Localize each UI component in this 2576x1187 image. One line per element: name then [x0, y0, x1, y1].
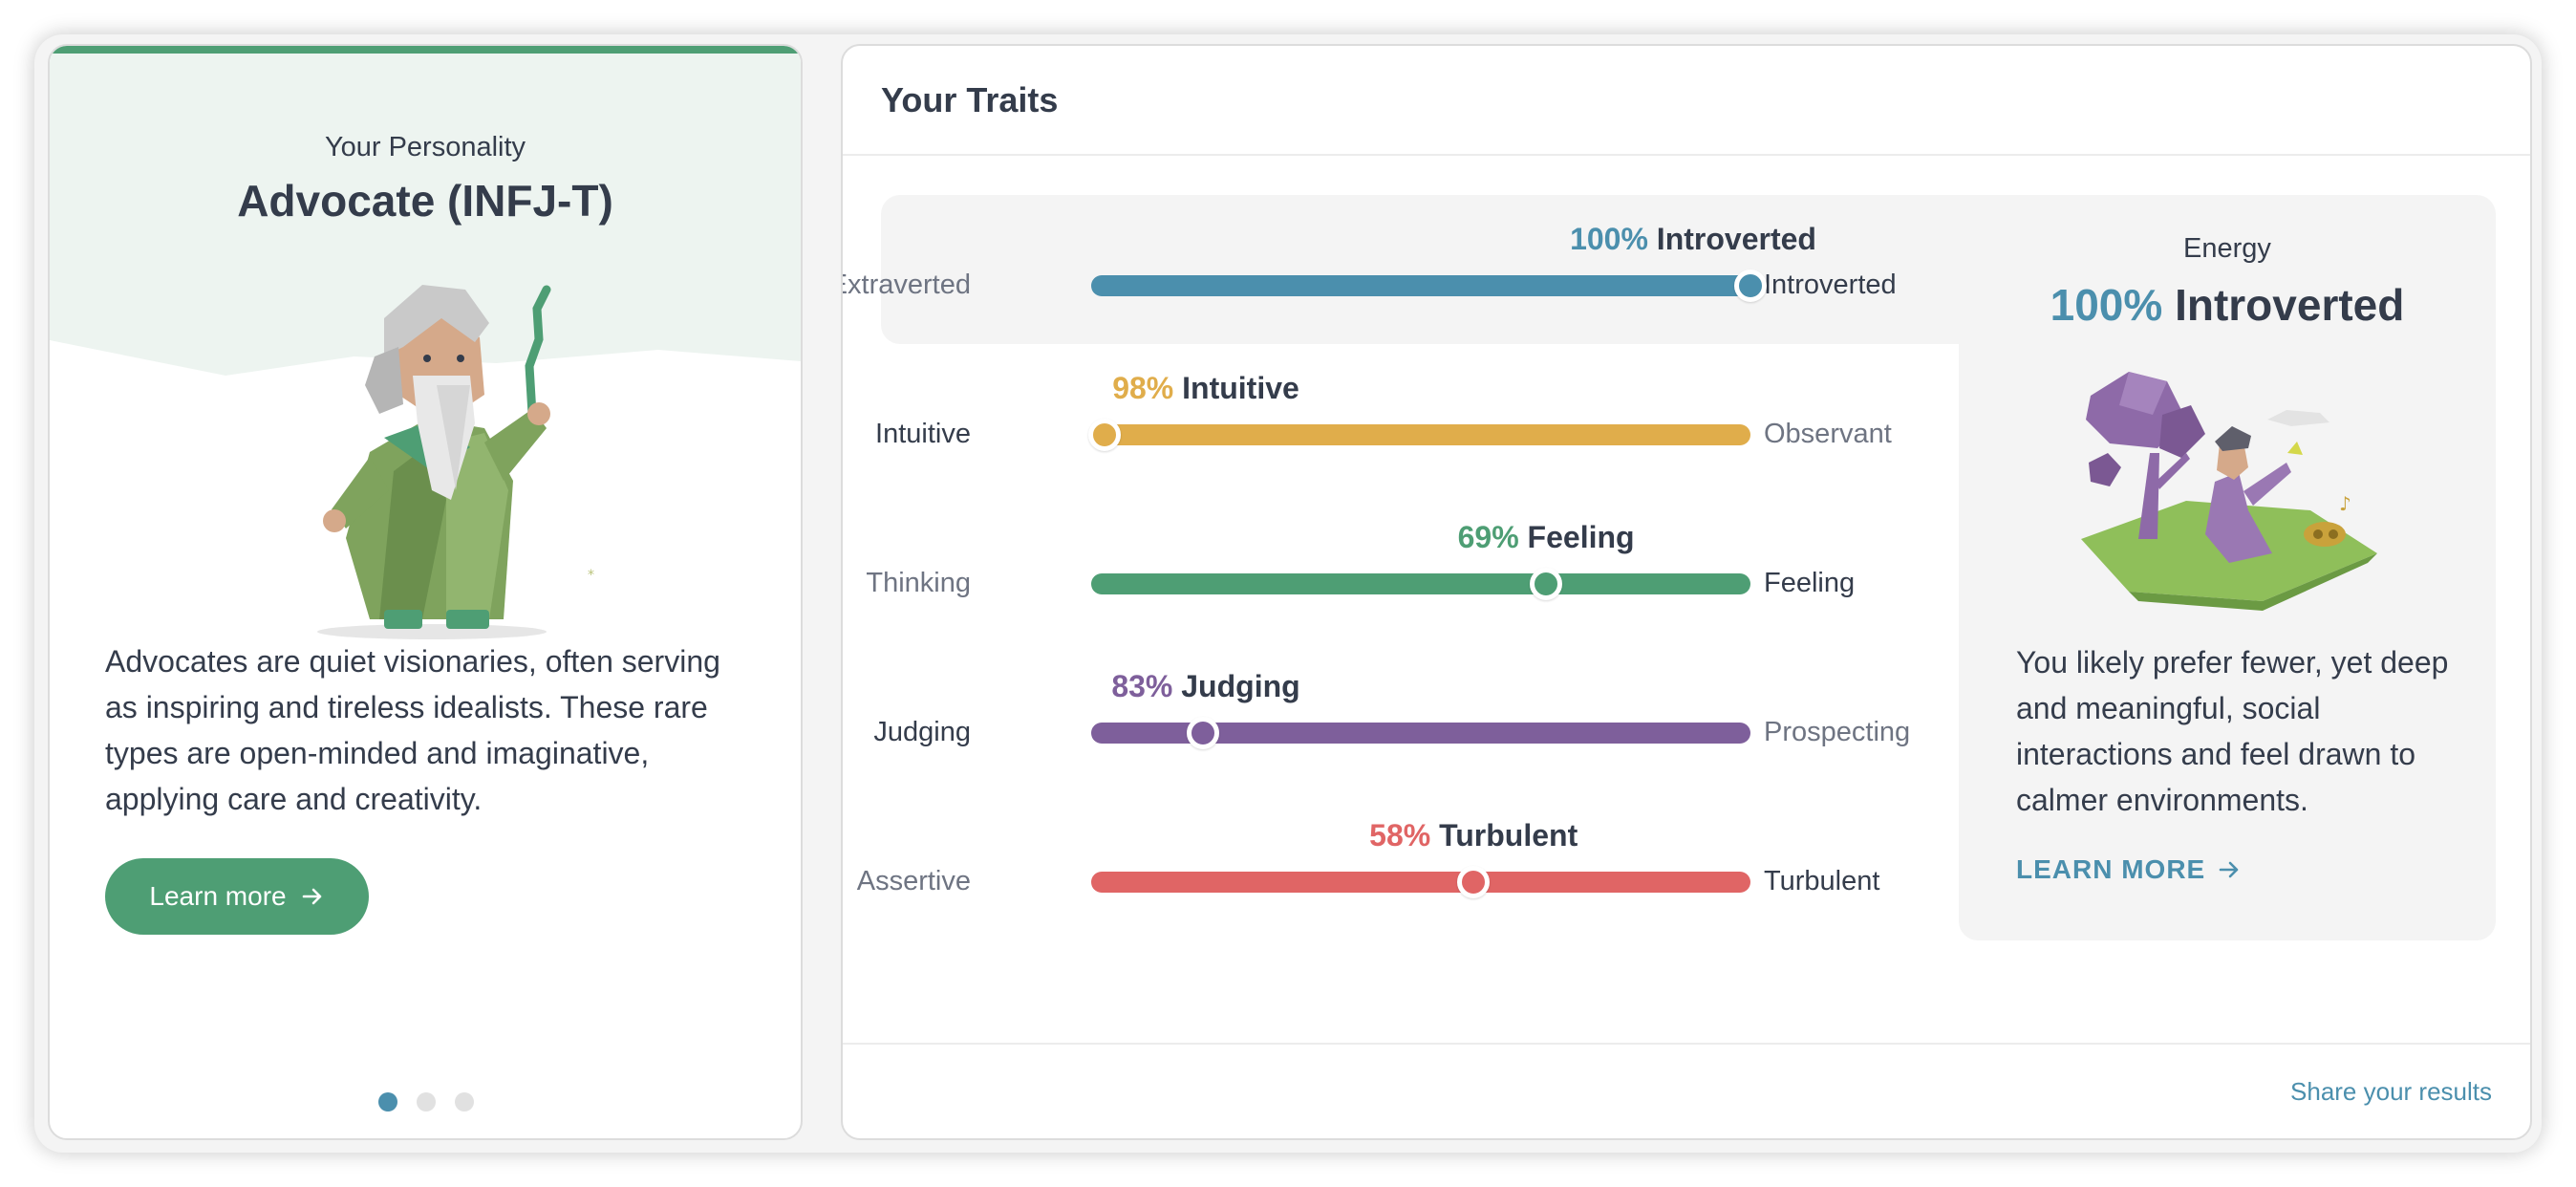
trait-left-pole: Extraverted	[841, 270, 971, 300]
trait-detail-eyebrow: Energy	[2183, 233, 2271, 264]
carousel-dot-2[interactable]	[417, 1092, 436, 1111]
trait-label: Turbulent	[1430, 818, 1578, 852]
trait-detail-title: 100% Introverted	[1959, 279, 2496, 331]
trait-right-pole: Observant	[1764, 419, 1892, 449]
trait-right-pole: Turbulent	[1764, 866, 1880, 896]
trait-percent: 98%	[1112, 371, 1174, 405]
trait-left-pole: Thinking	[866, 568, 971, 598]
trait-heading: 100% Introverted	[1570, 222, 1816, 257]
svg-text:*: *	[588, 568, 594, 583]
trait-slider-handle	[1087, 419, 1121, 451]
traits-card: Your Traits Energy 100% Introverted ♪ Yo…	[841, 44, 2532, 1140]
trait-row-intuitive[interactable]: 98% Intuitive Intuitive Observant	[843, 371, 1959, 505]
trait-bar	[1091, 573, 1750, 594]
trait-label: Judging	[1172, 669, 1300, 703]
personality-card: Your Personality Advocate (INFJ-T) * Adv…	[48, 44, 803, 1140]
trait-heading: 83% Judging	[1111, 669, 1299, 704]
trait-bar	[1091, 275, 1750, 296]
trait-row-feeling[interactable]: 69% Feeling Thinking Feeling	[843, 520, 1959, 654]
trait-row-turbulent[interactable]: 58% Turbulent Assertive Turbulent	[843, 818, 1959, 952]
trait-row-introverted[interactable]: 100% Introverted Extraverted Introverted	[843, 222, 1959, 356]
carousel-pagination	[378, 1092, 474, 1111]
trait-slider-handle	[1187, 717, 1220, 749]
carousel-dot-1[interactable]	[378, 1092, 397, 1111]
trait-detail-panel: Energy 100% Introverted ♪ You likely pre…	[1959, 195, 2496, 940]
trait-row-judging[interactable]: 83% Judging Judging Prospecting	[843, 669, 1959, 803]
traits-footer: Share your results	[843, 1043, 2530, 1138]
trait-percent: 58%	[1369, 818, 1431, 852]
trait-percent: 69%	[1457, 520, 1519, 554]
trait-right-pole: Feeling	[1764, 568, 1856, 598]
trait-label: Feeling	[1518, 520, 1635, 554]
share-results-link[interactable]: Share your results	[2290, 1077, 2492, 1107]
traits-header: Your Traits	[843, 46, 2530, 156]
trait-left-pole: Assertive	[856, 866, 971, 896]
trait-heading: 69% Feeling	[1458, 520, 1635, 555]
trait-label: Introverted	[1647, 222, 1816, 256]
trait-learn-more-label: LEARN MORE	[2016, 854, 2206, 884]
traits-title: Your Traits	[881, 80, 1059, 119]
personality-title: Advocate (INFJ-T)	[237, 176, 613, 226]
trait-learn-more-link[interactable]: LEARN MORE	[2016, 854, 2242, 885]
trait-right-pole: Prospecting	[1764, 717, 1911, 747]
trait-left-pole: Intuitive	[875, 419, 971, 449]
trait-percent: 83%	[1111, 669, 1173, 703]
trait-bar	[1091, 424, 1750, 445]
personality-eyebrow: Your Personality	[324, 132, 526, 162]
trait-heading: 58% Turbulent	[1369, 818, 1578, 853]
learn-more-button[interactable]: Learn more	[105, 858, 369, 935]
advocate-avatar-icon: *	[317, 285, 594, 639]
trait-bar	[1091, 872, 1750, 893]
trait-heading: 98% Intuitive	[1112, 371, 1299, 406]
trait-label: Intuitive	[1173, 371, 1299, 405]
trait-slider-handle	[1457, 866, 1491, 898]
trait-detail-pct: 100%	[2050, 280, 2163, 330]
trait-slider-handle	[1734, 270, 1767, 302]
trait-percent: 100%	[1570, 222, 1648, 256]
introvert-illustration-icon: ♪	[2081, 372, 2377, 611]
accent-bar	[50, 46, 801, 54]
trait-slider-handle	[1530, 568, 1563, 600]
svg-text:♪: ♪	[2339, 492, 2351, 515]
arrow-right-icon	[302, 888, 321, 905]
arrow-right-icon	[2219, 861, 2239, 878]
carousel-dot-3[interactable]	[455, 1092, 474, 1111]
learn-more-label: Learn more	[149, 881, 287, 911]
trait-detail-description: You likely prefer fewer, yet deep and me…	[2016, 645, 2449, 817]
trait-right-pole: Introverted	[1764, 270, 1897, 300]
trait-left-pole: Judging	[873, 717, 971, 747]
personality-description: Advocates are quiet visionaries, often s…	[105, 644, 720, 816]
trait-detail-label: Introverted	[2175, 280, 2405, 330]
